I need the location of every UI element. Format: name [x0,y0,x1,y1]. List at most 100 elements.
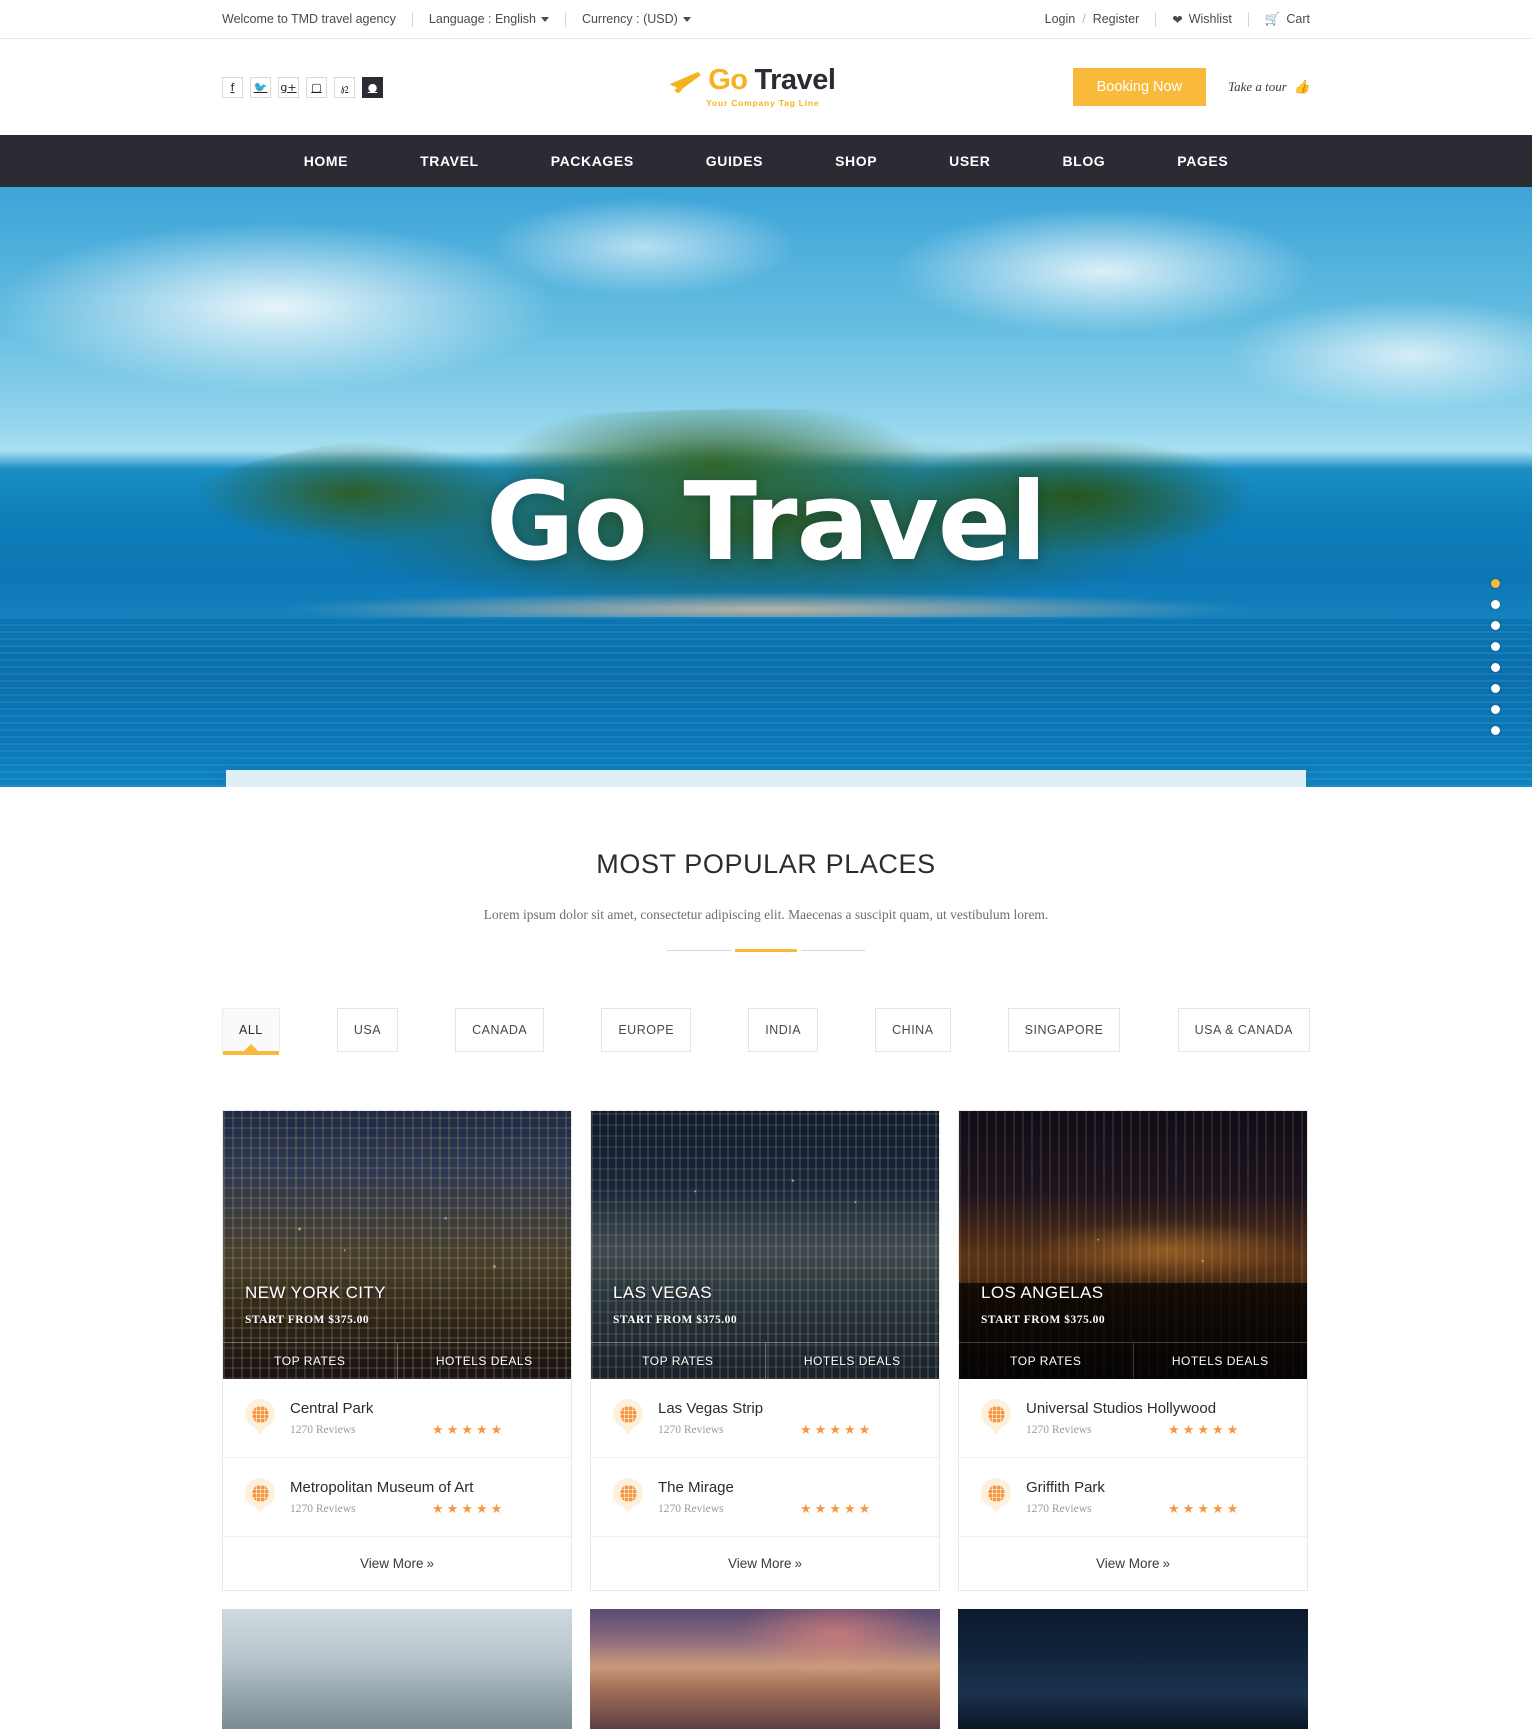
nav-item-guides[interactable]: GUIDES [670,153,799,169]
nav-item-pages[interactable]: PAGES [1141,153,1264,169]
place-review-count: 1270 Reviews [290,1424,356,1436]
language-label: Language : English [428,12,536,26]
hero-slider-dots[interactable] [1491,579,1500,735]
place-card-city: NEW YORK CITY [245,1283,386,1302]
nav-item-blog[interactable]: BLOG [1026,153,1141,169]
tab-hotels-deals[interactable]: HOTELS DEALS [764,1343,940,1379]
view-more-label: View More [727,1556,792,1571]
wishlist-link[interactable]: ❤ Wishlist [1172,12,1232,27]
section-subtitle: Lorem ipsum dolor sit amet, consectetur … [483,907,1049,922]
place-review-count: 1270 Reviews [290,1503,356,1515]
hero-dot-7[interactable] [1491,705,1500,714]
star-icon: ★ [446,1422,459,1438]
place-card-overlay: NEW YORK CITY START FROM $375.00 TOP RATES… [223,1283,571,1379]
place-card-city: LAS VEGAS [613,1283,713,1302]
cart-link[interactable]: 🛒 Cart [1265,12,1310,27]
list-item[interactable]: Universal Studios Hollywood 1270 Reviews ★… [959,1379,1307,1458]
nav-item-travel[interactable]: TRAVEL [384,153,515,169]
star-icon: ★ [1226,1422,1239,1438]
star-icon: ★ [490,1501,503,1517]
google-plus-icon[interactable]: g+ [278,76,299,98]
star-icon: ★ [829,1501,841,1517]
list-item[interactable]: Central Park 1270 Reviews ★ ★ ★ ★ ★ [223,1379,571,1458]
list-item[interactable]: Metropolitan Museum of Art 1270 Reviews ★ ★… [223,1458,571,1537]
instagram-icon[interactable]: ▢ [306,76,327,98]
divider-accent-bar [735,949,797,952]
view-more-button[interactable]: View More» [223,1537,571,1590]
tab-hotels-deals[interactable]: HOTELS DEALS [396,1343,572,1379]
filter-tab-label: CHINA [892,1023,934,1037]
tab-top-rates[interactable]: TOP RATES [223,1343,397,1379]
nav-item-packages[interactable]: PACKAGES [515,153,670,169]
tab-top-rates[interactable]: TOP RATES [591,1343,765,1379]
place-card [222,1609,572,1729]
booking-now-button[interactable]: Booking Now [1072,68,1207,106]
star-icon: ★ [1226,1501,1239,1517]
language-selector[interactable]: Language : English [429,12,549,26]
currency-selector[interactable]: Currency : (USD) [582,12,691,26]
hero-dot-6[interactable] [1491,684,1500,693]
hero-dot-3[interactable] [1491,621,1500,630]
star-icon: ★ [432,1422,444,1438]
nav-item-user[interactable]: USER [913,153,1026,169]
filter-tab-singapore[interactable]: SINGAPORE [1007,1008,1121,1052]
header-actions: Booking Now Take a tour 👍 [1072,68,1310,106]
view-more-button[interactable]: View More» [591,1537,939,1590]
list-item[interactable]: The Mirage 1270 Reviews ★ ★ ★ ★ ★ [591,1458,939,1537]
take-a-tour-link[interactable]: Take a tour 👍 [1228,79,1310,95]
filter-tab-india[interactable]: INDIA [748,1008,819,1052]
welcome-message: Welcome to TMD travel agency [222,12,396,26]
star-icon: ★ [475,1422,488,1438]
filter-tab-canada[interactable]: CANADA [455,1008,545,1052]
hero-dot-4[interactable] [1491,642,1500,651]
view-more-button[interactable]: View More» [959,1537,1307,1590]
twitter-icon[interactable]: 🐦 [250,76,271,98]
filter-tab-usa[interactable]: USA [336,1008,399,1052]
filter-tab-europe[interactable]: EUROPE [601,1008,692,1052]
top-bar-right: Login / Register ❤ Wishlist 🛒 Cart [1045,11,1310,27]
filter-tab-label: CANADA [472,1023,528,1037]
place-review-count: 1270 Reviews [658,1503,724,1515]
nav-item-home[interactable]: HOME [268,153,384,169]
place-card-tabs: TOP RATES HOTELS DEALS [223,1342,571,1379]
tab-top-rates[interactable]: TOP RATES [959,1343,1133,1379]
list-item[interactable]: Las Vegas Strip 1270 Reviews ★ ★ ★ ★ ★ [591,1379,939,1458]
star-icon: ★ [1197,1501,1209,1517]
pinterest-icon[interactable]: ℘ [334,76,355,98]
login-link[interactable]: Login [1045,12,1076,26]
filter-tab-china[interactable]: CHINA [875,1008,951,1052]
place-review-count: 1270 Reviews [658,1424,724,1436]
place-card-grid: NEW YORK CITY START FROM $375.00 TOP RATES… [222,1110,1310,1729]
place-card-tabs: TOP RATES HOTELS DEALS [591,1342,939,1379]
place-card-caption: NEW YORK CITY START FROM $375.00 [223,1283,571,1342]
hero-title: Go Travel [485,460,1047,585]
star-icon: ★ [843,1422,856,1438]
register-link[interactable]: Register [1093,12,1140,26]
filter-tab-usa-canada[interactable]: USA & CANADA [1177,1008,1310,1052]
star-icon: ★ [432,1501,444,1517]
map-pin-icon [613,1478,643,1516]
site-logo[interactable]: Go Travel Your Company Tag Line [668,66,836,108]
list-item[interactable]: Griffith Park 1270 Reviews ★ ★ ★ ★ ★ [959,1458,1307,1537]
hero-dot-8[interactable] [1491,726,1500,735]
hero-dot-1[interactable] [1491,579,1500,588]
place-card: LAS VEGAS START FROM $375.00 TOP RATES HOTE… [590,1110,940,1591]
star-icon: ★ [446,1501,459,1517]
place-card-price: START FROM $375.00 [981,1314,1106,1326]
star-icon: ★ [814,1422,827,1438]
dribbble-icon[interactable]: ● [362,76,383,98]
place-name: Las Vegas Strip [658,1399,764,1417]
filter-tab-label: USA [353,1023,382,1037]
facebook-icon[interactable]: f [222,76,243,98]
hero-water [0,617,1532,787]
hero-dot-5[interactable] [1491,663,1500,672]
tab-hotels-deals[interactable]: HOTELS DEALS [1132,1343,1308,1379]
map-pin-icon [981,1399,1011,1437]
filter-tab-all[interactable]: ALL [222,1008,280,1055]
map-pin-icon [981,1478,1011,1516]
rating-stars: ★ ★ ★ ★ ★ [1168,1424,1238,1437]
divider [411,11,413,27]
hero-dot-2[interactable] [1491,600,1500,609]
cart-label: Cart [1286,12,1310,26]
nav-item-shop[interactable]: SHOP [799,153,913,169]
